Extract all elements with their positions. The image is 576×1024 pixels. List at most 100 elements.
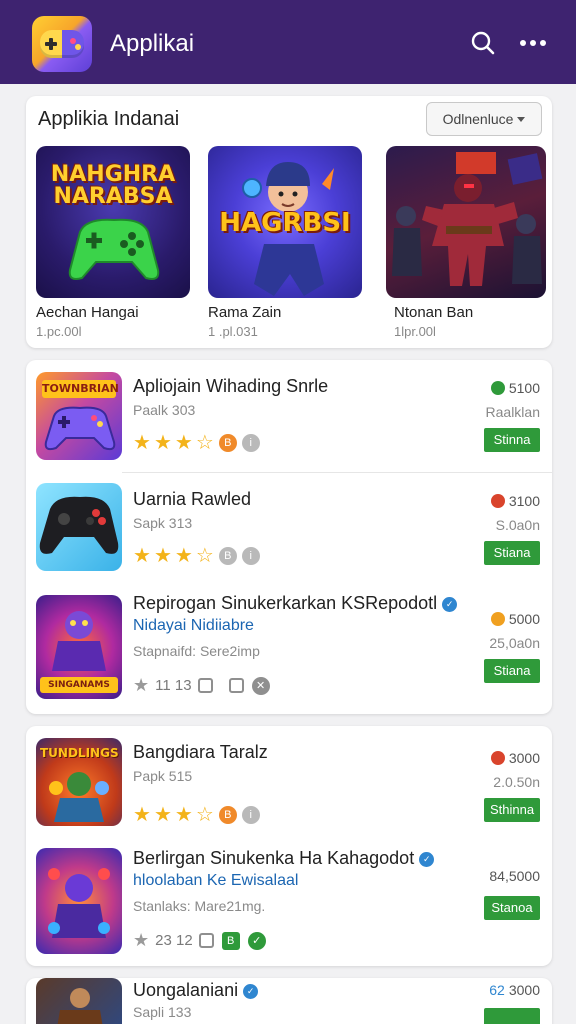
star-icon: ★ bbox=[174, 432, 193, 454]
game-thumbnail[interactable]: NAHGHRA NARABSA bbox=[36, 146, 190, 298]
price: 5100 bbox=[508, 380, 540, 396]
app-icon: TOWNBRIAN bbox=[36, 372, 122, 460]
badge-icon: B bbox=[218, 546, 237, 565]
verified-icon: ✓ bbox=[419, 851, 435, 867]
app-title: Repirogan Sinukerkarkan KSRepodotl ✓ bbox=[133, 593, 458, 614]
verified-icon: ✓ bbox=[442, 596, 458, 612]
price-block: 3100 S.0a0n Stiana bbox=[484, 493, 540, 565]
app-icon bbox=[36, 483, 122, 571]
meta-count: 23 12 bbox=[155, 932, 193, 949]
app-title: Uarnia Rawled bbox=[133, 489, 252, 509]
app-developer: Paalk 303 bbox=[133, 402, 196, 418]
square-icon bbox=[228, 678, 244, 693]
featured-item[interactable]: Ntonan Ban 1lpr.00l bbox=[386, 146, 546, 339]
game-size: 1lpr.00l bbox=[394, 324, 436, 339]
app-bar: Applikai bbox=[0, 0, 576, 84]
badge-icon: B bbox=[221, 931, 240, 950]
install-button[interactable]: Stanoa bbox=[484, 896, 540, 920]
list-item[interactable]: Uarnia Rawled Sapk 313 ★ ★ ★ ☆ B i 3100 S.0… bbox=[26, 473, 552, 585]
install-button[interactable]: Stinna bbox=[484, 428, 540, 452]
star-icon: ★ bbox=[133, 545, 151, 567]
install-button[interactable] bbox=[484, 1008, 540, 1024]
list-item[interactable]: Uongalaniani ✓ Sapli 133 62 3000 bbox=[26, 978, 552, 1024]
app-title: Applikai bbox=[110, 30, 195, 57]
price-detail: 25,0a0n bbox=[489, 635, 540, 651]
app-icon: SINGANAMS bbox=[36, 595, 122, 699]
app-developer: Stanlaks: Mare21mg. bbox=[133, 898, 266, 914]
star-half-icon: ☆ bbox=[195, 804, 214, 826]
list-item[interactable]: TUNDLINGS Bangdiara Taralz Papk 515 ★ ★ ★ ☆… bbox=[26, 726, 552, 838]
app-subtitle: hloolaban Ke Ewisalaal bbox=[133, 872, 299, 889]
price: 3000 bbox=[508, 750, 540, 766]
star-icon: ★ bbox=[153, 545, 172, 567]
square-icon bbox=[197, 678, 213, 693]
star-rating: ★ ★ ★ ☆ B i bbox=[133, 430, 260, 455]
star-rating: ★ ★ ★ ☆ B i bbox=[133, 802, 260, 827]
app-title-text: Berlirgan Sinukenka Ha Kahagodot bbox=[133, 848, 415, 868]
star-icon: ★ bbox=[133, 804, 151, 826]
app-title: Berlirgan Sinukenka Ha Kahagodot ✓ bbox=[133, 848, 435, 869]
game-size: 1 .pl.031 bbox=[208, 324, 258, 339]
gamepad-logo-icon[interactable] bbox=[32, 16, 92, 72]
info-icon: i bbox=[241, 805, 260, 824]
badge-icon: B bbox=[218, 805, 237, 824]
price-prefix: 62 bbox=[489, 982, 505, 998]
check-icon bbox=[490, 381, 505, 395]
app-developer: Papk 515 bbox=[133, 768, 193, 784]
star-half-icon: ☆ bbox=[195, 545, 214, 567]
app-list: Uongalaniani ✓ Sapli 133 62 3000 bbox=[26, 978, 552, 1024]
coin-icon bbox=[490, 612, 505, 626]
star-icon: ★ bbox=[153, 804, 172, 826]
price-detail: Raalklan bbox=[485, 404, 540, 420]
install-button[interactable]: Stiana bbox=[484, 541, 540, 565]
app-developer: Sapli 133 bbox=[133, 1004, 192, 1020]
install-button[interactable]: Sthinna bbox=[484, 798, 540, 822]
thumbnail-art-text: HAGRBSI bbox=[219, 208, 351, 238]
list-item[interactable]: SINGANAMS Repirogan Sinukerkarkan KSRepo… bbox=[26, 585, 552, 713]
app-icon bbox=[36, 978, 122, 1024]
game-thumbnail[interactable]: HAGRBSI bbox=[208, 146, 362, 298]
app-title-text: Uongalaniani bbox=[133, 980, 239, 1000]
price-detail: 2.0.50n bbox=[493, 774, 540, 790]
app-title: Uongalaniani ✓ bbox=[133, 980, 259, 1001]
star-icon: ★ bbox=[133, 432, 151, 454]
featured-section: Applikia Indanai Odlnenluce NAHGHRA NARA… bbox=[26, 96, 552, 348]
game-thumbnail[interactable] bbox=[386, 146, 546, 298]
price-block: 3000 2.0.50n Sthinna bbox=[484, 750, 540, 822]
featured-item[interactable]: NAHGHRA NARABSA Aechan Hangai 1.pc.00l bbox=[36, 146, 194, 339]
search-icon[interactable] bbox=[468, 28, 498, 58]
verified-icon: ✓ bbox=[243, 983, 259, 999]
character-body-icon bbox=[254, 244, 324, 296]
app-icon bbox=[36, 848, 122, 954]
price-block: 5100 Raalklan Stinna bbox=[484, 380, 540, 452]
price-block: 5000 25,0a0n Stiana bbox=[484, 611, 540, 683]
price: 3000 bbox=[508, 982, 540, 998]
sort-dropdown[interactable]: Odlnenluce bbox=[426, 102, 542, 136]
star-icon: ★ bbox=[153, 432, 172, 454]
close-icon: ✕ bbox=[251, 676, 270, 695]
star-outline-icon: ★ bbox=[133, 675, 150, 695]
star-outline-icon: ★ bbox=[133, 930, 150, 950]
game-name: Rama Zain bbox=[208, 304, 282, 321]
price: 84,5000 bbox=[489, 868, 540, 884]
app-list: TOWNBRIAN Apliojain Wihading Snrle Paalk… bbox=[26, 360, 552, 714]
meta-count: 11 13 bbox=[155, 677, 192, 694]
info-icon: i bbox=[241, 546, 260, 565]
star-rating: ★ ★ ★ ☆ B i bbox=[133, 543, 260, 568]
badge-icon: B bbox=[218, 433, 237, 452]
app-title: Bangdiara Taralz bbox=[133, 742, 268, 762]
more-options-icon[interactable] bbox=[518, 28, 548, 58]
leaf-icon: ✓ bbox=[247, 931, 266, 950]
section-title: Applikia Indanai bbox=[38, 108, 180, 130]
price-detail: S.0a0n bbox=[495, 517, 540, 533]
app-list: TUNDLINGS Bangdiara Taralz Papk 515 ★ ★ ★ ☆… bbox=[26, 726, 552, 966]
info-icon: i bbox=[241, 433, 260, 452]
app-developer: Sapk 313 bbox=[133, 515, 193, 531]
list-item[interactable]: Berlirgan Sinukenka Ha Kahagodot ✓ hlool… bbox=[26, 838, 552, 964]
star-icon: ★ bbox=[174, 545, 193, 567]
install-button[interactable]: Stiana bbox=[484, 659, 540, 683]
game-name: Ntonan Ban bbox=[394, 304, 474, 321]
list-item[interactable]: TOWNBRIAN Apliojain Wihading Snrle Paalk… bbox=[26, 360, 552, 472]
app-subtitle: Nidayai Nidiiabre bbox=[133, 617, 254, 634]
featured-item[interactable]: HAGRBSI Rama Zain 1 .pl.031 bbox=[208, 146, 366, 339]
